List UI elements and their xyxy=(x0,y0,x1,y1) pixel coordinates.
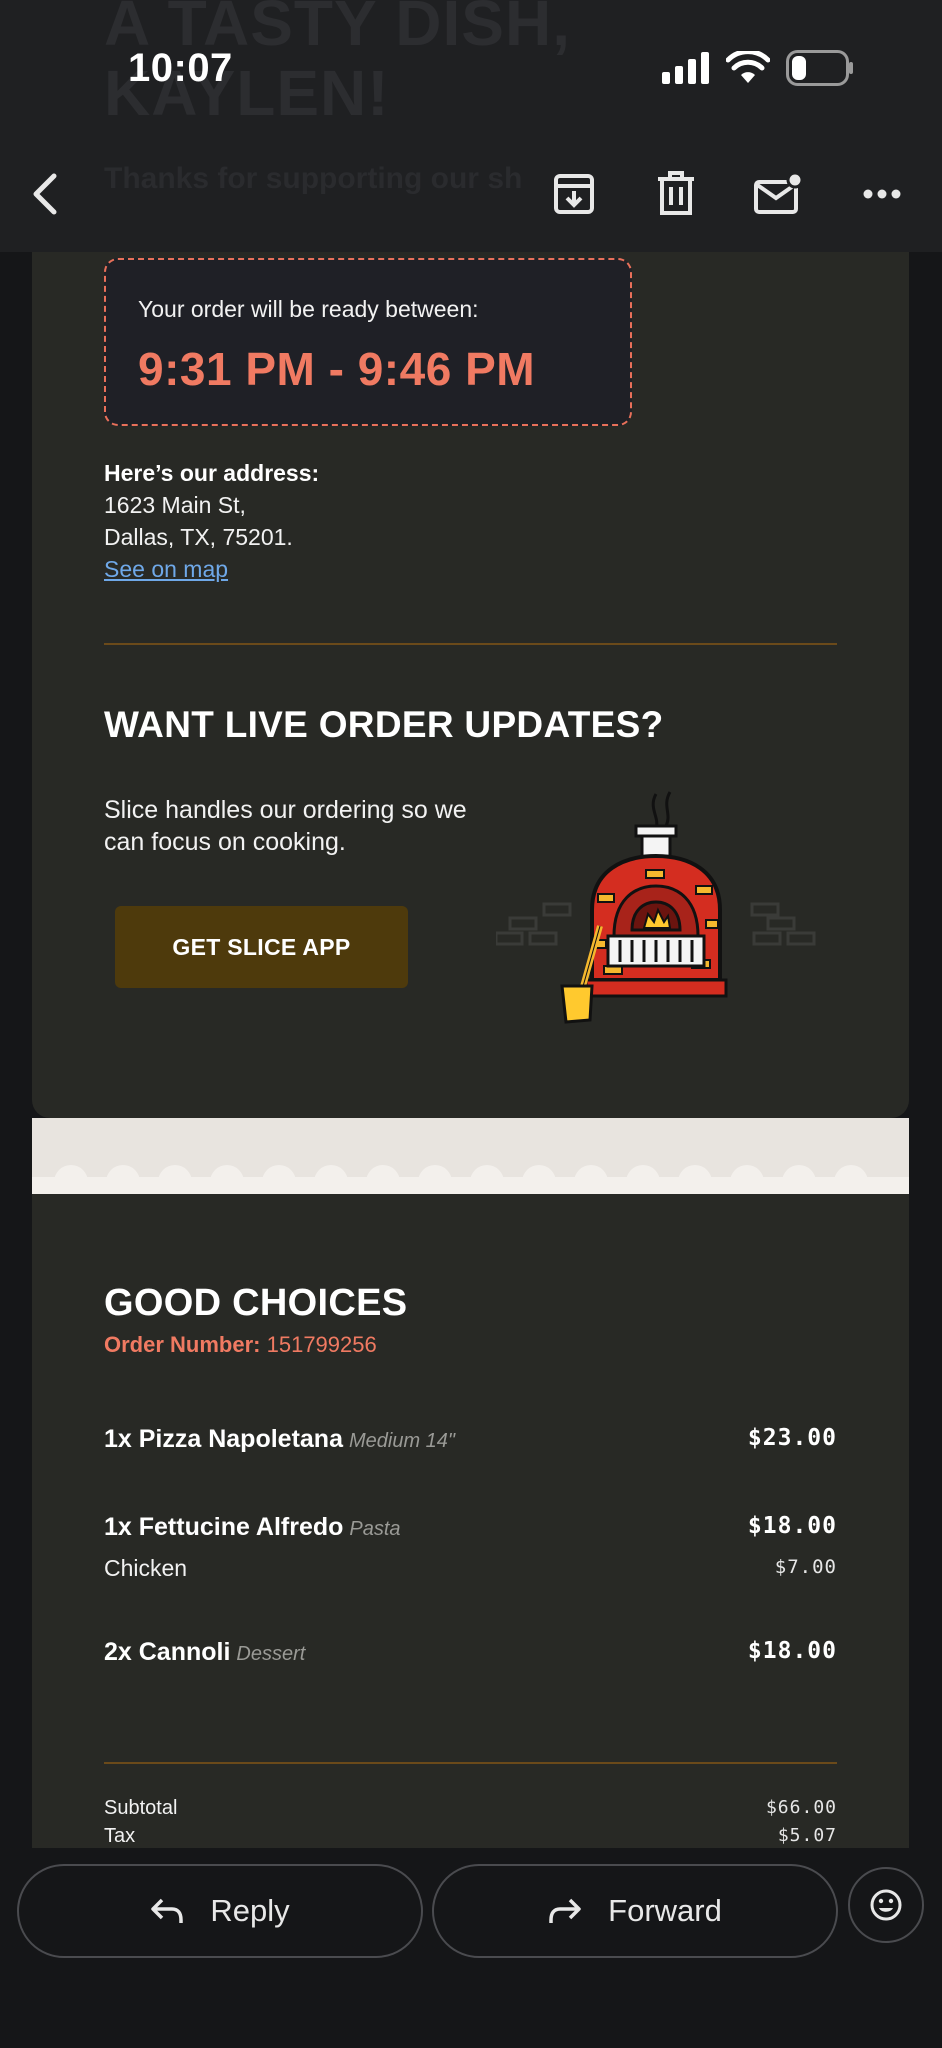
delete-button[interactable] xyxy=(648,166,704,222)
forward-label: Forward xyxy=(608,1893,722,1928)
mark-unread-button[interactable] xyxy=(750,166,806,222)
address-heading: Here’s our address: xyxy=(104,460,320,486)
order-number-value: 151799256 xyxy=(266,1332,377,1357)
archive-icon xyxy=(554,174,594,214)
status-time: 10:07 xyxy=(128,46,233,90)
restaurant-name: GOOD CHOICES xyxy=(104,1282,408,1324)
bottom-action-bar: Reply Forward xyxy=(0,1848,942,2048)
see-on-map-link[interactable]: See on map xyxy=(104,556,228,583)
more-options-button[interactable] xyxy=(854,166,910,222)
reply-label: Reply xyxy=(210,1893,290,1928)
order-item: 2x Cannoli Dessert xyxy=(104,1638,305,1667)
forward-button[interactable]: Forward xyxy=(432,1864,838,1958)
item-name: 2x Cannoli xyxy=(104,1638,231,1666)
ready-time-box: Your order will be ready between: 9:31 P… xyxy=(104,258,632,426)
item-note: Medium 14" xyxy=(348,1430,456,1452)
item-price: $18.00 xyxy=(747,1513,837,1539)
battery-icon xyxy=(786,50,853,86)
item-note: Pasta xyxy=(349,1518,401,1540)
promo-title: WANT LIVE ORDER UPDATES? xyxy=(104,704,664,745)
back-icon xyxy=(33,173,57,215)
get-slice-app-button[interactable]: GET SLICE APP xyxy=(115,906,408,988)
emoji-icon xyxy=(870,1889,902,1921)
section-divider xyxy=(104,643,837,645)
item-price: $18.00 xyxy=(747,1638,837,1664)
promo-text: Slice handles our ordering so we can foc… xyxy=(104,796,467,856)
wifi-icon xyxy=(726,51,770,83)
cellular-signal-icon xyxy=(662,52,709,84)
item-addon-price: $7.00 xyxy=(774,1556,837,1578)
forward-icon xyxy=(549,1898,581,1923)
totals-divider xyxy=(104,1762,837,1764)
archive-button[interactable] xyxy=(546,166,602,222)
order-item: 1x Fettucine Alfredo Pasta xyxy=(104,1513,401,1542)
ready-time-range: 9:31 PM - 9:46 PM xyxy=(138,343,536,395)
tax-label: Tax xyxy=(104,1825,136,1847)
reply-button[interactable]: Reply xyxy=(17,1864,423,1958)
more-icon xyxy=(863,189,901,199)
app-toolbar: A TASTY DISH, KAYLEN! Thanks for support… xyxy=(0,0,942,252)
item-name: 1x Pizza Napoletana xyxy=(104,1425,343,1453)
order-item: 1x Pizza Napoletana Medium 14" xyxy=(104,1425,455,1454)
item-addon-name: Chicken xyxy=(104,1555,188,1581)
delete-icon xyxy=(658,171,694,215)
pizza-oven-illustration xyxy=(496,791,816,1024)
order-number: Order Number: 151799256 xyxy=(104,1332,377,1358)
item-name: 1x Fettucine Alfredo xyxy=(104,1513,344,1541)
address-line-2: Dallas, TX, 75201. xyxy=(104,524,293,550)
reply-icon xyxy=(151,1898,184,1923)
item-note: Dessert xyxy=(236,1643,306,1665)
item-price: $23.00 xyxy=(747,1425,837,1451)
email-subheadline-behind: Thanks for supporting our sh xyxy=(104,162,523,195)
tax-value: $5.07 xyxy=(777,1825,837,1846)
order-number-label: Order Number: xyxy=(104,1332,261,1357)
ready-label: Your order will be ready between: xyxy=(138,296,479,322)
email-view: Your order will be ready between: 9:31 P… xyxy=(0,0,942,2048)
address-line-1: 1623 Main St, xyxy=(104,492,246,518)
subtotal-value: $66.00 xyxy=(765,1797,837,1818)
back-button[interactable] xyxy=(18,166,74,222)
scallop-divider xyxy=(32,1118,909,1194)
mark-unread-icon xyxy=(754,172,803,214)
subtotal-label: Subtotal xyxy=(104,1797,178,1819)
status-icons xyxy=(662,50,854,86)
emoji-reaction-button[interactable] xyxy=(848,1867,924,1943)
